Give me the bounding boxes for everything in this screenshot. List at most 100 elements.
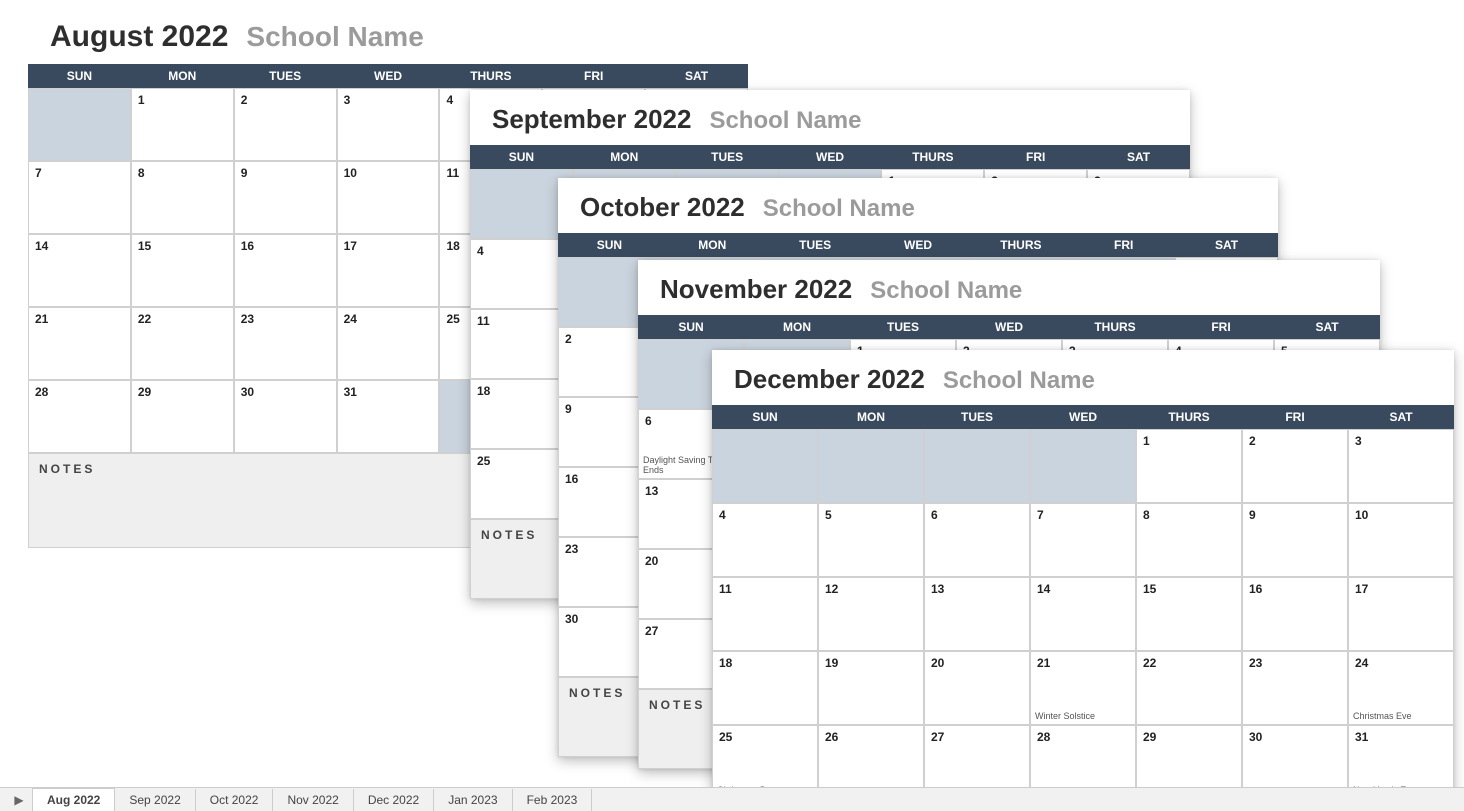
calendar-cell[interactable]: 30 <box>234 380 337 453</box>
day-number: 23 <box>1249 656 1341 670</box>
weekday-label: SAT <box>1274 315 1380 339</box>
calendar-cell[interactable]: 14 <box>1030 577 1136 651</box>
calendar-cell[interactable]: 22 <box>131 307 234 380</box>
weekday-label: SUN <box>638 315 744 339</box>
calendar-cell[interactable]: 2 <box>1242 429 1348 503</box>
weekday-label: MON <box>661 233 764 257</box>
day-number: 24 <box>1355 656 1447 670</box>
calendar-cell[interactable]: 3 <box>337 88 440 161</box>
calendar-cell[interactable]: 2 <box>234 88 337 161</box>
day-number: 27 <box>931 730 1023 744</box>
sheet-tab[interactable]: Feb 2023 <box>513 789 593 811</box>
calendar-cell[interactable]: 8 <box>1136 503 1242 577</box>
calendar-cell[interactable]: 20 <box>924 651 1030 725</box>
weekday-label: FRI <box>984 145 1087 169</box>
calendar-cell[interactable]: 15 <box>1136 577 1242 651</box>
day-number: 20 <box>931 656 1023 670</box>
weekday-label: TUES <box>676 145 779 169</box>
day-note: Winter Solstice <box>1035 712 1131 722</box>
calendar-cell[interactable]: 4 <box>712 503 818 577</box>
weekday-header: SUNMONTUESWEDTHURSFRISAT <box>470 145 1190 169</box>
day-number: 25 <box>719 730 811 744</box>
calendar-week: 123 <box>712 429 1454 503</box>
calendar-cell[interactable]: 1 <box>1136 429 1242 503</box>
calendar-cell[interactable]: 24 <box>337 307 440 380</box>
calendar-title: October 2022 <box>580 192 745 223</box>
day-number: 24 <box>344 312 433 326</box>
calendar-cell[interactable]: 13 <box>924 577 1030 651</box>
sheet-tab[interactable]: Sep 2022 <box>115 789 195 811</box>
calendar-cell[interactable]: 9 <box>1242 503 1348 577</box>
calendar-cell[interactable]: 24 Christmas Eve <box>1348 651 1454 725</box>
calendar-cell[interactable]: 21Winter Solstice <box>1030 651 1136 725</box>
calendar-grid: 123456789101112131415161718192021Winter … <box>712 429 1454 799</box>
sheet-tab[interactable]: Nov 2022 <box>273 789 353 811</box>
sheet-tab[interactable]: Oct 2022 <box>196 789 274 811</box>
day-number: 21 <box>35 312 124 326</box>
calendar-cell[interactable]: 16 <box>1242 577 1348 651</box>
calendar-cell[interactable]: 9 <box>234 161 337 234</box>
day-note: Christmas Eve <box>1353 712 1449 722</box>
day-number: 31 <box>1355 730 1447 744</box>
calendar-cell[interactable] <box>1030 429 1136 503</box>
calendar-cell[interactable]: 23 <box>1242 651 1348 725</box>
tab-scroll-right-icon[interactable]: ▶ <box>6 789 32 811</box>
sheet-tab[interactable]: Aug 2022 <box>32 788 115 811</box>
day-number: 14 <box>1037 582 1129 596</box>
calendar-cell[interactable] <box>818 429 924 503</box>
day-number: 14 <box>35 239 124 253</box>
calendar-cell[interactable]: 29 <box>131 380 234 453</box>
day-number: 30 <box>1249 730 1341 744</box>
day-number: 10 <box>344 166 433 180</box>
calendar-cell[interactable]: 17 <box>1348 577 1454 651</box>
day-number: 8 <box>1143 508 1235 522</box>
school-name: School Name <box>943 367 1095 395</box>
calendar-cell[interactable]: 14 <box>28 234 131 307</box>
calendar-cell[interactable] <box>924 429 1030 503</box>
calendar-cell[interactable]: 8 <box>131 161 234 234</box>
weekday-label: MON <box>818 405 924 429</box>
calendar-cell[interactable]: 16 <box>234 234 337 307</box>
school-name: School Name <box>870 277 1022 305</box>
day-number: 15 <box>1143 582 1235 596</box>
calendar-cell[interactable]: 15 <box>131 234 234 307</box>
calendar-cell[interactable]: 7 <box>28 161 131 234</box>
school-name: School Name <box>246 21 423 53</box>
day-number: 3 <box>1355 434 1447 448</box>
sheet-tab[interactable]: Jan 2023 <box>434 789 512 811</box>
calendar-cell[interactable]: 19 <box>818 651 924 725</box>
calendar-cell[interactable]: 12 <box>818 577 924 651</box>
day-number: 16 <box>241 239 330 253</box>
day-number: 7 <box>35 166 124 180</box>
calendar-cell[interactable] <box>712 429 818 503</box>
weekday-label: WED <box>1030 405 1136 429</box>
day-number: 17 <box>1355 582 1447 596</box>
calendar-cell[interactable] <box>28 88 131 161</box>
calendar-cell[interactable]: 21 <box>28 307 131 380</box>
calendar-cell[interactable]: 31 <box>337 380 440 453</box>
weekday-label: WED <box>867 233 970 257</box>
day-number: 23 <box>241 312 330 326</box>
sheet-tab[interactable]: Dec 2022 <box>354 789 434 811</box>
calendar-cell[interactable]: 10 <box>1348 503 1454 577</box>
calendar-cell[interactable]: 5 <box>818 503 924 577</box>
weekday-label: THURS <box>439 64 542 88</box>
calendar-cell[interactable]: 11 <box>712 577 818 651</box>
day-number: 12 <box>825 582 917 596</box>
calendar-cell[interactable]: 22 <box>1136 651 1242 725</box>
calendar-cell[interactable]: 1 <box>131 88 234 161</box>
day-number: 11 <box>719 582 811 596</box>
calendar-cell[interactable]: 7 <box>1030 503 1136 577</box>
calendar-cell[interactable]: 28 <box>28 380 131 453</box>
day-number: 15 <box>138 239 227 253</box>
calendar-cell[interactable]: 18 <box>712 651 818 725</box>
weekday-header: SUNMONTUESWEDTHURSFRISAT <box>558 233 1278 257</box>
calendar-cell[interactable]: 10 <box>337 161 440 234</box>
calendar-cell[interactable]: 3 <box>1348 429 1454 503</box>
calendar-cell[interactable]: 23 <box>234 307 337 380</box>
weekday-label: SAT <box>1348 405 1454 429</box>
calendar-cell[interactable]: 17 <box>337 234 440 307</box>
calendar-title: November 2022 <box>660 274 852 305</box>
calendar-cell[interactable]: 6 <box>924 503 1030 577</box>
weekday-label: SAT <box>1175 233 1278 257</box>
